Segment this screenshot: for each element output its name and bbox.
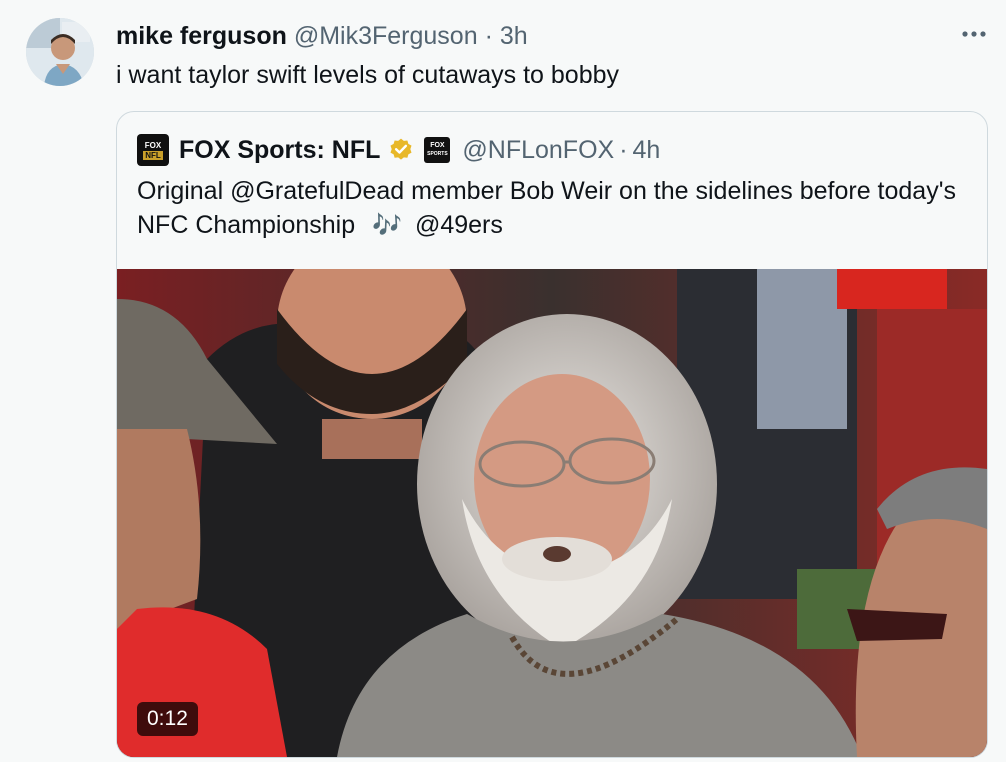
logo-bottom-text: NFL (143, 150, 163, 160)
avatar-photo (26, 18, 94, 86)
fox-sports-affiliate-icon[interactable]: FOX SPORTS (424, 137, 451, 163)
video-player[interactable]: 0:12 (117, 269, 987, 757)
music-notes-icon: 🎶 (372, 212, 402, 239)
tweet-text: i want taylor swift levels of cutaways t… (116, 61, 620, 89)
video-frame (117, 269, 987, 757)
logo-top-text: FOX (144, 140, 162, 150)
mention-49ers[interactable]: @49ers (415, 211, 503, 239)
video-duration: 0:12 (137, 702, 198, 736)
quote-text: Original @GratefulDead member Bob Weir o… (137, 174, 967, 243)
quote-time[interactable]: 4h (633, 134, 661, 166)
more-icon[interactable] (958, 20, 990, 48)
quote-header: FOX NFL FOX Sports: NFL FOX SPORTS @NFLo… (137, 134, 660, 166)
separator-dot: · (484, 22, 493, 50)
quote-author-handle[interactable]: @NFLonFOX (462, 134, 614, 166)
verified-badge-icon[interactable] (388, 137, 414, 163)
author-name[interactable]: mike ferguson (116, 22, 287, 50)
quote-separator-dot: · (619, 136, 628, 164)
affiliate-logo-bottom: SPORTS (427, 151, 448, 157)
tweet-time[interactable]: 3h (500, 22, 528, 50)
avatar[interactable] (26, 18, 94, 86)
affiliate-logo-top: FOX (430, 142, 445, 149)
quoted-tweet[interactable]: FOX NFL FOX Sports: NFL FOX SPORTS @NFLo… (116, 111, 988, 758)
quote-text-main: Original @GratefulDead member Bob Weir o… (137, 177, 956, 239)
author-handle[interactable]: @Mik3Ferguson (294, 22, 478, 50)
fox-nfl-logo-icon[interactable]: FOX NFL (137, 134, 169, 166)
quote-author-name[interactable]: FOX Sports: NFL (179, 134, 380, 166)
tweet-header: mike ferguson @Mik3Ferguson · 3h (116, 22, 528, 50)
